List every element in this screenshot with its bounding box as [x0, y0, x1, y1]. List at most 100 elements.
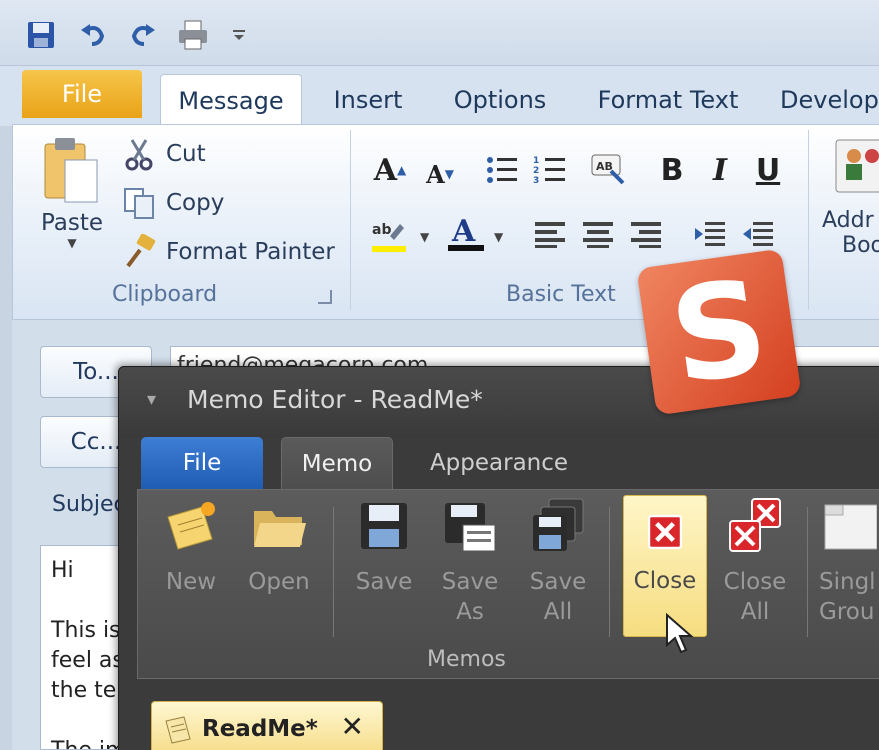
tab-format-text[interactable]: Format Text	[588, 74, 748, 126]
close-all-button[interactable]: Close All	[715, 497, 795, 627]
svg-text:2: 2	[533, 166, 539, 176]
svg-text:A: A	[451, 214, 476, 249]
document-tab-label: ReadMe*	[202, 716, 318, 742]
tab-message[interactable]: Message	[160, 74, 302, 126]
document-tab-close-icon[interactable]: ✕	[341, 710, 364, 743]
save-as-button[interactable]: Save As	[433, 497, 507, 627]
save-all-label-line1: Save	[529, 569, 587, 595]
bold-button[interactable]: B	[652, 150, 692, 190]
format-painter-button[interactable]: Format Painter	[122, 234, 335, 270]
group-divider	[333, 507, 334, 637]
cut-label: Cut	[166, 141, 206, 167]
print-icon[interactable]	[176, 18, 210, 52]
clipboard-group-label: Clipboard	[112, 282, 218, 307]
close-all-label-line2: All	[740, 599, 770, 625]
memo-tab-appearance[interactable]: Appearance	[419, 437, 579, 489]
paste-dropdown-chevron-icon[interactable]: ▼	[67, 236, 76, 250]
italic-button[interactable]: I	[700, 150, 740, 190]
save-icon[interactable]	[24, 18, 58, 52]
memo-tab-file[interactable]: File	[141, 437, 263, 489]
open-button[interactable]: Open	[239, 497, 319, 597]
new-button[interactable]: New	[153, 497, 229, 597]
undo-icon[interactable]	[76, 18, 110, 52]
memo-page-icon	[165, 716, 191, 744]
window-menu-icon[interactable]: ▾	[147, 389, 156, 410]
memo-editor-window: ▾ Memo Editor - ReadMe* File Memo Appear…	[118, 366, 879, 750]
tab-file[interactable]: File	[22, 70, 142, 118]
align-center-icon[interactable]	[578, 214, 618, 254]
underline-button[interactable]: U	[748, 150, 788, 190]
single-group-label-line1: Singl	[819, 569, 876, 595]
tab-options[interactable]: Options	[440, 74, 560, 126]
save-memo-button[interactable]: Save	[347, 497, 421, 597]
decrease-indent-icon[interactable]	[690, 214, 730, 254]
quick-access-toolbar	[0, 0, 879, 66]
highlight-color-icon[interactable]: ab	[370, 214, 410, 254]
clipboard-dialog-launcher-icon[interactable]	[318, 290, 332, 304]
close-label: Close	[633, 568, 697, 594]
copy-button[interactable]: Copy	[122, 185, 224, 221]
brand-logo: S	[636, 248, 802, 416]
align-left-icon[interactable]	[530, 214, 570, 254]
font-color-dropdown-chevron-icon[interactable]: ▼	[494, 230, 503, 244]
single-group-label-line2: Grou	[819, 599, 875, 625]
save-all-icon	[533, 498, 584, 551]
close-all-icon	[729, 498, 781, 552]
memo-window-title: Memo Editor - ReadMe*	[187, 385, 483, 414]
highlight-dropdown-chevron-icon[interactable]: ▼	[420, 230, 429, 244]
subject-label: Subjec	[52, 492, 126, 517]
tab-insert[interactable]: Insert	[318, 74, 418, 126]
cut-button[interactable]: Cut	[122, 136, 206, 172]
redo-icon[interactable]	[126, 18, 160, 52]
svg-text:1: 1	[533, 156, 539, 166]
align-right-icon[interactable]	[626, 214, 666, 254]
address-book-label-line1: Addr	[822, 208, 874, 233]
group-divider	[350, 130, 351, 310]
shrink-font-button[interactable]: A ▼	[420, 154, 460, 194]
svg-text:ab: ab	[372, 222, 391, 238]
format-painter-brush-icon	[126, 234, 156, 268]
paste-icon	[44, 138, 98, 203]
format-painter-label: Format Painter	[166, 239, 335, 265]
address-book-icon	[835, 139, 879, 193]
outlook-ribbon-tabs: File Message Insert Options Format Text …	[0, 66, 879, 126]
styles-icon[interactable]: AB	[588, 148, 628, 188]
copy-icon	[124, 188, 154, 219]
font-color-icon[interactable]: A	[446, 212, 486, 252]
numbering-icon[interactable]: 123	[530, 150, 570, 190]
floppy-disk-icon	[361, 503, 407, 549]
save-all-button[interactable]: Save All	[521, 497, 595, 627]
folder-icon	[254, 511, 306, 547]
paste-button[interactable]: Paste ▼	[34, 136, 110, 266]
address-book-button[interactable]: Addr Boo	[822, 136, 879, 276]
group-divider	[609, 507, 610, 637]
memo-tab-memo[interactable]: Memo	[281, 437, 393, 489]
memos-group-label: Memos	[427, 647, 506, 672]
single-group-button[interactable]: Singl Grou	[819, 497, 879, 627]
close-all-label-line1: Close	[723, 569, 787, 595]
mouse-cursor-icon	[666, 613, 694, 654]
svg-text:AB: AB	[596, 160, 613, 173]
group-divider	[808, 130, 809, 310]
save-all-label-line2: All	[543, 599, 573, 625]
save-as-label-line2: As	[456, 599, 484, 625]
grow-font-button[interactable]: A ▲	[370, 150, 410, 190]
close-red-x-icon	[647, 514, 683, 550]
save-label: Save	[355, 569, 413, 595]
single-group-icon	[824, 504, 877, 550]
group-divider	[807, 507, 808, 637]
svg-text:3: 3	[533, 176, 539, 186]
basic-text-group-label: Basic Text	[506, 282, 616, 307]
new-label: New	[165, 569, 217, 595]
save-as-label-line1: Save	[441, 569, 499, 595]
scissors-icon	[125, 139, 153, 171]
address-book-label-line2: Boo	[842, 233, 879, 258]
increase-indent-icon[interactable]	[738, 214, 778, 254]
save-as-icon	[445, 503, 496, 552]
customize-qat-chevron-icon[interactable]	[222, 18, 256, 52]
paste-label: Paste	[40, 210, 104, 236]
document-tab-readme[interactable]: ReadMe* ✕	[151, 701, 383, 750]
bullets-icon[interactable]	[482, 150, 522, 190]
tab-developer[interactable]: Develop	[780, 74, 879, 126]
copy-label: Copy	[166, 190, 225, 216]
